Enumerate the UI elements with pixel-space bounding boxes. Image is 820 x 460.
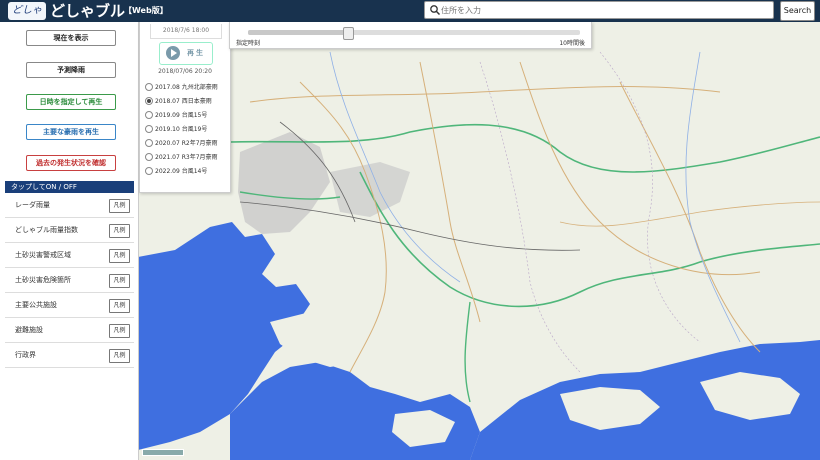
play-button-label: 再生 (187, 49, 205, 57)
layer-row-public-facilities[interactable]: 主要公共施設 凡例 (5, 294, 134, 318)
event-label: 2019.09 台風15号 (155, 112, 208, 119)
current-time-display: 2018/7/6 18:00 (150, 24, 222, 39)
play-by-datetime-button[interactable]: 日時を指定して再生 (26, 94, 116, 110)
app-header: どしゃぶ どしゃブル 【Web版】 Search (0, 0, 820, 34)
event-label: 2020.07 R2年7月豪雨 (155, 140, 218, 147)
layer-label: 避難施設 (15, 326, 43, 334)
past-occurrences-button[interactable]: 過去の発生状況を確認 (26, 155, 116, 171)
search-button[interactable]: Search (780, 1, 815, 21)
event-option[interactable]: 2019.09 台風15号 (145, 108, 229, 121)
event-option[interactable]: 2020.07 R2年7月豪雨 (145, 136, 229, 149)
radio-button[interactable] (145, 111, 153, 119)
layer-label: 主要公共施設 (15, 301, 57, 309)
radio-button-selected[interactable] (145, 97, 153, 105)
event-option[interactable]: 2022.09 台風14号 (145, 164, 229, 177)
event-option[interactable]: 2017.08 九州北部豪雨 (145, 80, 229, 93)
event-option[interactable]: 2021.07 R3年7月豪雨 (145, 150, 229, 163)
legend-button[interactable]: 凡例 (109, 324, 130, 338)
app-edition-label: 【Web版】 (124, 6, 168, 15)
radio-button[interactable] (145, 153, 153, 161)
event-label: 2022.09 台風14号 (155, 168, 208, 175)
layer-row-danger-sites[interactable]: 土砂災害危険箇所 凡例 (5, 269, 134, 293)
slider-end-label: 10時間後 (559, 40, 585, 47)
legend-button[interactable]: 凡例 (109, 224, 130, 238)
legend-button[interactable]: 凡例 (109, 199, 130, 213)
playback-date: 2018/07/06 20:20 (158, 68, 212, 75)
event-label: 2018.07 西日本豪雨 (155, 98, 212, 105)
legend-button[interactable]: 凡例 (109, 249, 130, 263)
layer-label: 土砂災害危険箇所 (15, 276, 71, 284)
play-major-storms-button[interactable]: 主要な豪雨を再生 (26, 124, 116, 140)
search-icon (430, 5, 441, 16)
play-icon (166, 46, 180, 60)
radio-button[interactable] (145, 167, 153, 175)
event-option[interactable]: 2018.07 西日本豪雨 (145, 94, 229, 107)
legend-button[interactable]: 凡例 (109, 299, 130, 313)
radio-button[interactable] (145, 125, 153, 133)
layer-label: どしゃブル雨量指数 (15, 226, 78, 234)
app-title: どしゃブル (50, 2, 126, 20)
forecast-rain-button[interactable]: 予測降雨 (26, 62, 116, 78)
app-logo[interactable]: どしゃぶ (8, 2, 46, 34)
time-slider-track[interactable] (248, 27, 580, 40)
layer-row-admin-boundary[interactable]: 行政界 凡例 (5, 344, 134, 368)
layer-row-warning-zone[interactable]: 土砂災害警戒区域 凡例 (5, 244, 134, 268)
event-label: 2017.08 九州北部豪雨 (155, 84, 218, 91)
show-current-button[interactable]: 現在を表示 (26, 30, 116, 46)
layers-header: タップしてON / OFF (5, 181, 134, 193)
radio-button[interactable] (145, 139, 153, 147)
layer-label: 土砂災害警戒区域 (15, 251, 71, 259)
time-slider-thumb[interactable] (342, 27, 354, 40)
layer-label: レーダ雨量 (15, 201, 50, 209)
legend-button[interactable]: 凡例 (109, 274, 130, 288)
legend-button[interactable]: 凡例 (109, 349, 130, 363)
event-label: 2019.10 台風19号 (155, 126, 208, 133)
slider-start-label: 指定時刻 (236, 40, 261, 47)
address-search-input[interactable] (441, 2, 767, 18)
layer-row-shelters[interactable]: 避難施設 凡例 (5, 319, 134, 343)
play-button[interactable]: 再生 (159, 42, 213, 65)
layer-row-radar-rain[interactable]: レーダ雨量 凡例 (5, 194, 134, 218)
event-option[interactable]: 2019.10 台風19号 (145, 122, 229, 135)
map-scale-bar (142, 449, 184, 456)
layer-label: 行政界 (15, 351, 36, 359)
playback-panel: 2018/7/6 18:00 再生 2018/07/06 20:20 2017.… (139, 22, 231, 193)
address-search-box (424, 1, 774, 19)
time-slider-panel: 指定時刻 10時間後 (229, 22, 592, 49)
event-label: 2021.07 R3年7月豪雨 (155, 154, 218, 161)
time-slider-fill (248, 30, 348, 35)
sidebar: 現在を表示 予測降雨 日時を指定して再生 主要な豪雨を再生 過去の発生状況を確認… (0, 22, 139, 460)
layer-row-rain-index[interactable]: どしゃブル雨量指数 凡例 (5, 219, 134, 243)
radio-button[interactable] (145, 83, 153, 91)
